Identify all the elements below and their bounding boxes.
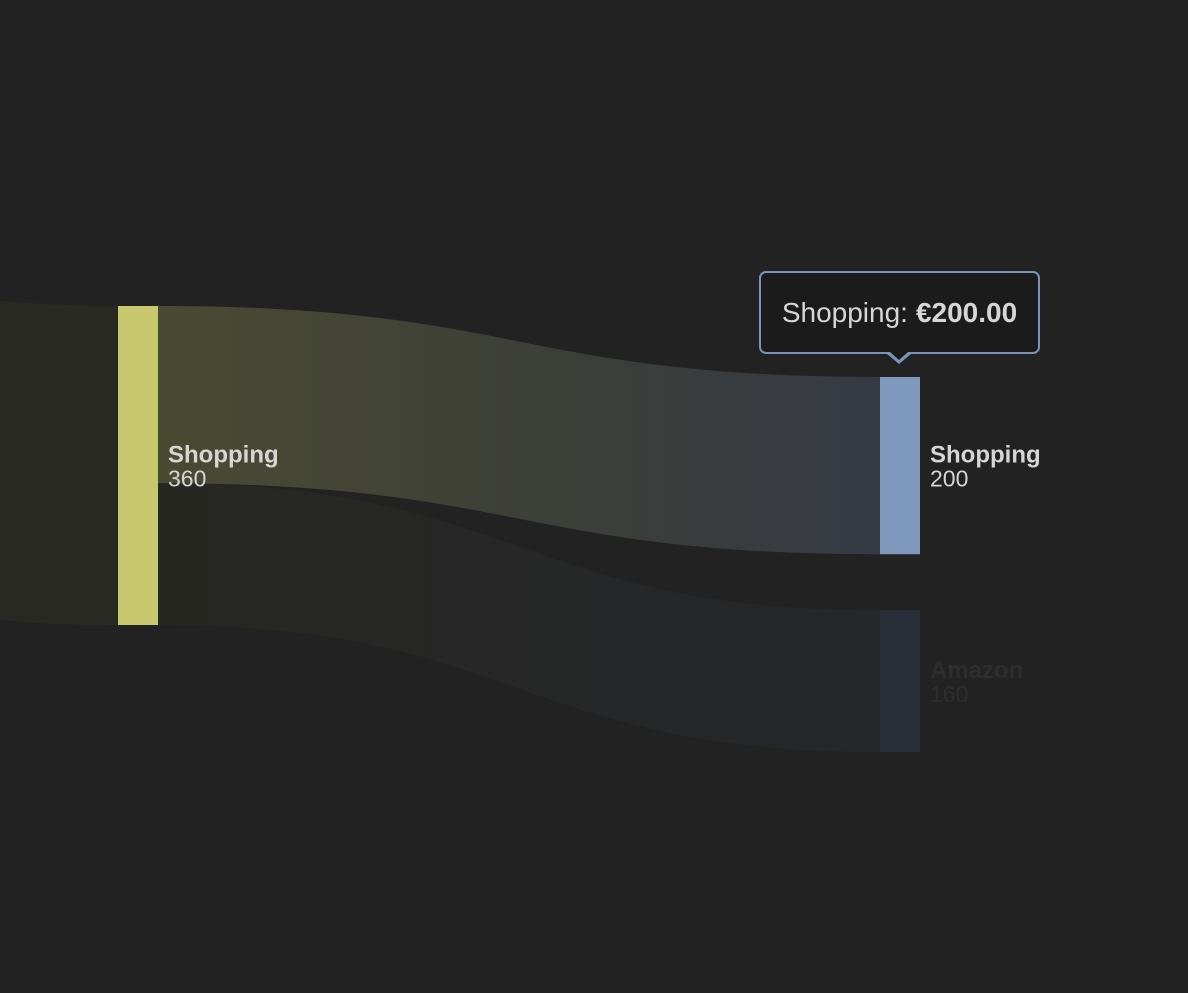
node-value-dst-shopping: 200: [930, 466, 968, 492]
node-src-shopping[interactable]: [118, 306, 158, 625]
hover-tooltip: Shopping: €200.00: [759, 271, 1040, 354]
node-value-dst-amazon: 160: [930, 681, 968, 707]
sankey-chart: Shopping 360 Shopping 200 Amazon 160 Shopping…: [0, 0, 1188, 988]
node-dst-shopping[interactable]: [880, 377, 920, 555]
tooltip-value: €200.00: [915, 296, 1018, 328]
incoming-flow: [0, 300, 118, 625]
node-label-dst-amazon: Amazon: [930, 657, 1023, 684]
node-label-src-shopping: Shopping: [168, 442, 279, 469]
node-dst-amazon[interactable]: [880, 610, 920, 752]
node-label-dst-shopping: Shopping: [930, 442, 1041, 469]
tooltip-arrow-fill: [890, 352, 908, 360]
node-value-src-shopping: 360: [168, 466, 206, 492]
tooltip-label: Shopping:: [781, 296, 908, 328]
sankey-svg: Shopping360Shopping200Amazon160: [0, 300, 1041, 752]
